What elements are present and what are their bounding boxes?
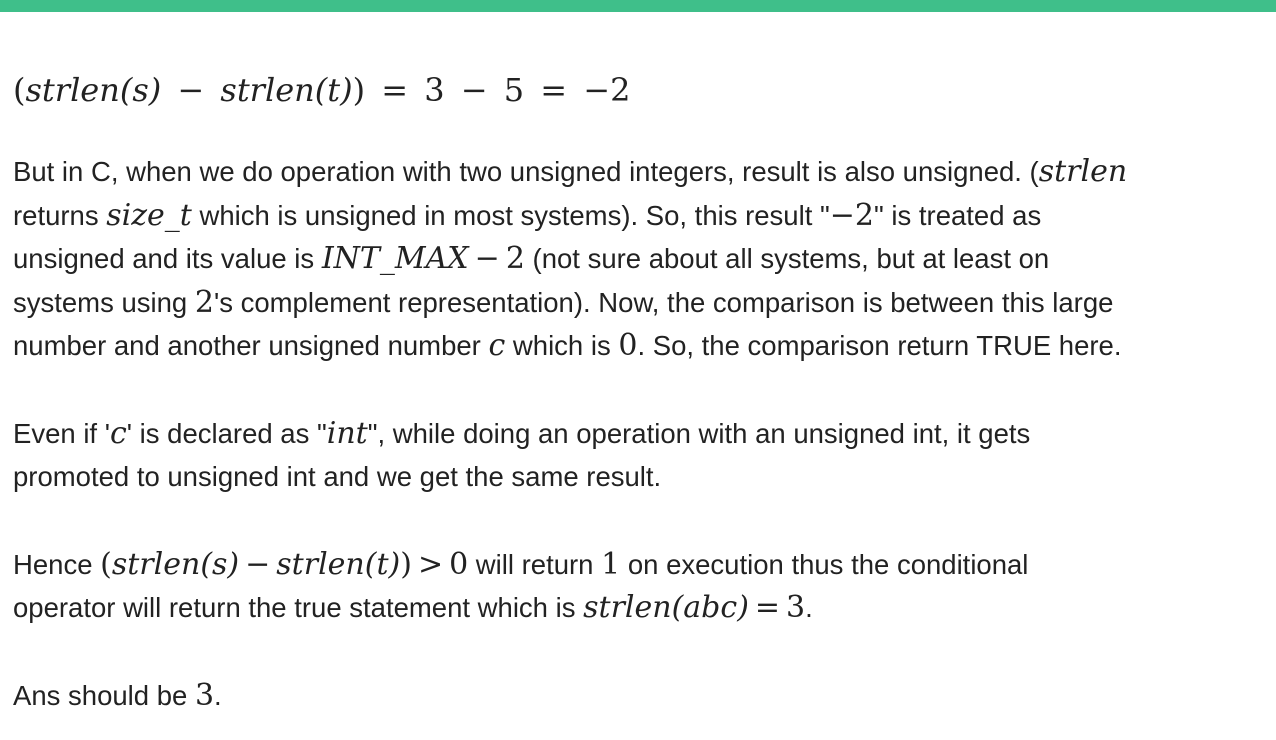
answer-content: (strlen(s) − strlen(t)) = 3 − 5 = −2 But… bbox=[13, 60, 1253, 717]
p1-l3-math-num: 2 bbox=[505, 241, 525, 276]
p4-line-1: Ans should be 3. bbox=[13, 674, 1253, 718]
eq-paren-open: ( bbox=[13, 71, 26, 109]
p3-l1-text-a: Hence bbox=[13, 548, 101, 580]
p1-l5-math2: 0 bbox=[618, 328, 638, 363]
p3-m2-arg: (abc) bbox=[671, 590, 749, 625]
p2-l1-text-b: ' is declared as " bbox=[126, 417, 327, 449]
paragraph-answer: Ans should be 3. bbox=[13, 674, 1253, 718]
p2-l1-math: c bbox=[109, 415, 127, 451]
paragraph-int-promotion: Even if 'c' is declared as "int", while … bbox=[13, 412, 1253, 499]
p3-m-a2: (t) bbox=[364, 546, 401, 582]
p2-line-2: promoted to unsigned int and we get the … bbox=[13, 455, 1253, 499]
p3-l1-text-c: on execution thus the conditional bbox=[620, 548, 1029, 580]
p1-l4-text-b: 's complement representation). Now, the … bbox=[213, 286, 1114, 318]
eq-strlen-1: strlen bbox=[25, 71, 120, 109]
p2-l1-text-a: Even if ' bbox=[13, 417, 110, 449]
p3-m-f1: strlen bbox=[111, 546, 201, 582]
eq-num-5: 5 bbox=[503, 71, 525, 109]
p1-l5-math: c bbox=[488, 328, 506, 363]
p1-l4-text-a: systems using bbox=[13, 286, 195, 318]
p3-m2-three: 3 bbox=[786, 590, 806, 625]
p1-l2-math2: −2 bbox=[829, 197, 874, 233]
p3-l2-text-a: operator will return the true statement … bbox=[13, 592, 584, 623]
top-accent-bar bbox=[0, 0, 1276, 12]
eq-minus: − bbox=[177, 71, 205, 109]
p1-line-4: systems using 2's complement representat… bbox=[13, 281, 1253, 325]
p1-l5-text-a: number and another unsigned number bbox=[13, 330, 489, 361]
p1-l2-text-b: which is unsigned in most systems). So, … bbox=[191, 199, 830, 231]
p2-line-1: Even if 'c' is declared as "int", while … bbox=[13, 412, 1253, 456]
p1-l2-text-c: " is treated as bbox=[874, 199, 1042, 231]
p3-m2-eq: = bbox=[754, 590, 781, 625]
p3-l2-inline-expression: strlen(abc) = 3 bbox=[583, 590, 805, 625]
p3-l1-text-b: will return bbox=[468, 548, 602, 580]
p3-m-close: ) bbox=[400, 546, 412, 582]
eq-result: −2 bbox=[583, 71, 631, 109]
eq-equals-2: = bbox=[540, 71, 568, 109]
eq-strlen-2: strlen bbox=[220, 71, 315, 109]
p4-text-a: Ans should be bbox=[13, 679, 195, 711]
eq-arg-s: (s) bbox=[119, 71, 162, 109]
p1-l5-text-b: which is bbox=[505, 330, 619, 361]
p3-line-1: Hence (strlen(s) − strlen(t)) >0 will retur… bbox=[13, 543, 1253, 587]
display-equation: (strlen(s) − strlen(t)) = 3 − 5 = −2 bbox=[13, 60, 1253, 120]
p3-l2-text-b: . bbox=[805, 592, 813, 623]
p1-l4-math: 2 bbox=[194, 284, 214, 320]
p1-l3-text-a: unsigned and its value is bbox=[13, 243, 322, 274]
p1-line-1: But in C, when we do operation with two … bbox=[13, 150, 1253, 194]
p1-line-5: number and another unsigned number c whi… bbox=[13, 324, 1253, 368]
p4-text-b: . bbox=[214, 679, 222, 711]
eq-num-3: 3 bbox=[424, 71, 445, 109]
p3-m-a1: (s) bbox=[200, 546, 240, 582]
p1-l5-text-c: . So, the comparison return TRUE here. bbox=[637, 330, 1122, 361]
p3-m-zero: 0 bbox=[449, 546, 469, 582]
p1-line-3: unsigned and its value is INT_MAX −2 (not… bbox=[13, 237, 1253, 281]
p2-l2-text: promoted to unsigned int and we get the … bbox=[13, 461, 662, 492]
p2-l1-text-c: ", while doing an operation with an unsi… bbox=[367, 417, 1031, 449]
paragraph-unsigned-explanation: But in C, when we do operation with two … bbox=[13, 150, 1253, 368]
eq-equals-1: = bbox=[381, 71, 409, 109]
p3-l1-inline-expression: (strlen(s) − strlen(t)) >0 bbox=[100, 547, 468, 582]
p1-l3-math-minus: − bbox=[474, 241, 500, 276]
eq-minus-2: − bbox=[460, 71, 488, 109]
paragraph-conclusion: Hence (strlen(s) − strlen(t)) >0 will retur… bbox=[13, 543, 1253, 630]
p3-m-minus: − bbox=[245, 546, 271, 582]
p3-m2-f: strlen bbox=[583, 590, 672, 625]
p1-l3-math: INT_MAX bbox=[321, 241, 469, 276]
p1-l2-math: size_t bbox=[106, 197, 192, 233]
p1-line-2: returns size_t which is unsigned in most… bbox=[13, 194, 1253, 238]
p1-l3-text-b: (not sure about all systems, but at leas… bbox=[524, 243, 1050, 274]
p4-math: 3 bbox=[194, 677, 215, 713]
p1-l1-math: strlen bbox=[1038, 154, 1128, 189]
p3-line-2: operator will return the true statement … bbox=[13, 586, 1253, 630]
p2-l1-math2: int bbox=[326, 415, 368, 451]
eq-arg-t: (t) bbox=[314, 71, 353, 109]
p1-l2-text-a: returns bbox=[13, 199, 107, 231]
p1-l1-text: But in C, when we do operation with two … bbox=[13, 156, 1039, 187]
p3-m-gt: > bbox=[417, 546, 444, 582]
eq-paren-close: ) bbox=[352, 71, 366, 109]
p3-m-f2: strlen bbox=[276, 546, 365, 582]
p3-l1-math-one: 1 bbox=[601, 546, 621, 582]
p3-m-open: ( bbox=[100, 546, 112, 582]
